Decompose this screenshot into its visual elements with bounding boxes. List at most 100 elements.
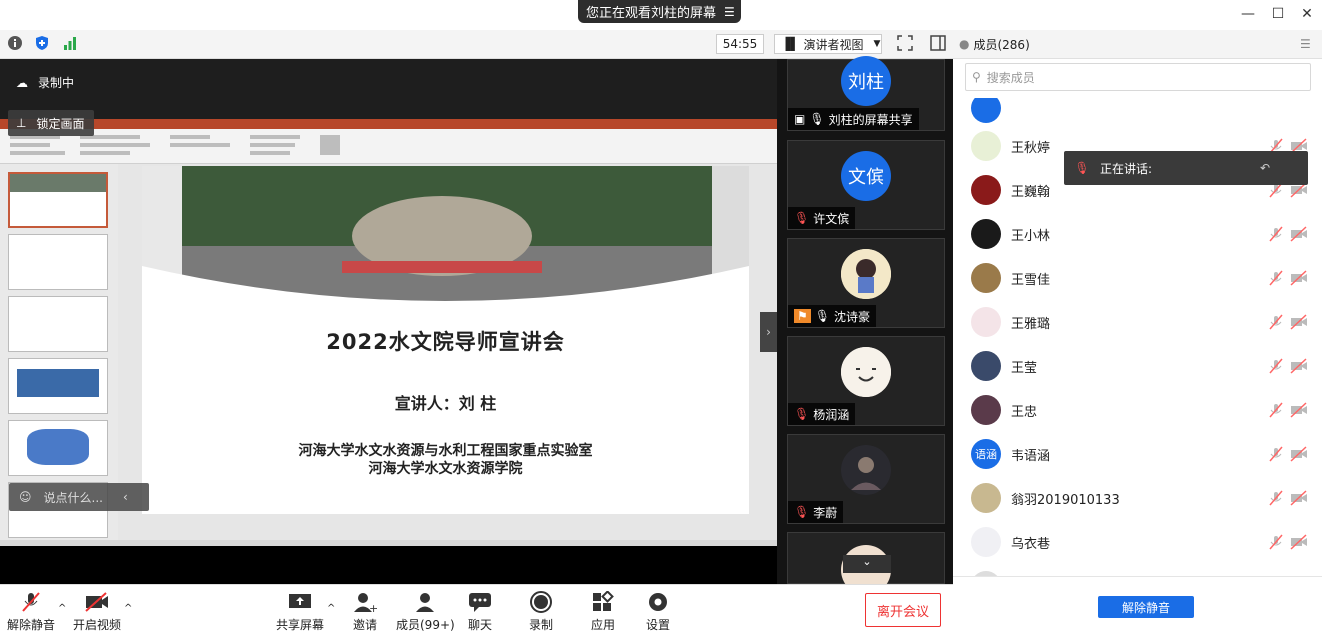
unmute-button[interactable]: 解除静音 [7, 590, 55, 633]
screen-share-banner[interactable]: 您正在观看刘柱的屏幕 ☰ [578, 0, 741, 23]
member-search-input[interactable]: ⚲ 搜索成员 [965, 63, 1311, 91]
side-panel-toggle-icon[interactable] [929, 35, 947, 51]
member-name: 王巍翰 [1011, 184, 1051, 200]
slide-thumbnail[interactable] [8, 420, 108, 476]
mic-muted-icon [18, 590, 44, 614]
video-off-icon[interactable] [1290, 270, 1308, 286]
list-item[interactable]: 乌衣巷 [953, 520, 1322, 564]
security-shield-icon[interactable] [34, 35, 50, 51]
settings-button[interactable]: 设置 [645, 590, 671, 633]
undo-icon[interactable]: ↶ [1260, 161, 1270, 175]
mic-muted-icon: 🎙 [794, 407, 810, 421]
chevron-left-icon[interactable]: ‹ [123, 490, 128, 504]
avatar [971, 219, 1001, 249]
recording-indicator[interactable]: ☁ 录制中 [16, 74, 74, 91]
view-selector[interactable]: ▐▌ 演讲者视图 ▼ [774, 34, 882, 54]
share-screen-icon [287, 590, 313, 614]
mic-muted-icon: 🎙 [794, 211, 810, 225]
minimize-icon[interactable]: — [1240, 6, 1256, 22]
collapse-gallery-button[interactable]: › [760, 312, 777, 352]
video-off-icon[interactable] [1290, 490, 1308, 506]
video-tile[interactable]: 文傧 🎙 许文傧 [787, 140, 945, 230]
participant-name-label: 🎙 许文傧 [788, 207, 856, 229]
chevron-up-icon[interactable]: ^ [58, 603, 66, 614]
participant-name-label: 🎙 杨润涵 [788, 403, 856, 425]
mic-icon: 🎙 [809, 112, 825, 126]
maximize-icon[interactable]: ☐ [1270, 6, 1286, 22]
record-button[interactable]: 录制 [528, 590, 554, 633]
slide-thumbnail[interactable] [8, 296, 108, 352]
list-item[interactable]: 王小林 [953, 212, 1322, 256]
cloud-icon: ☁ [16, 75, 28, 90]
video-tile[interactable]: 🎙 杨润涵 [787, 336, 945, 426]
mic-muted-icon[interactable] [1268, 226, 1284, 242]
video-off-icon[interactable] [1290, 402, 1308, 418]
leave-meeting-button[interactable]: 离开会议 [865, 593, 941, 627]
mic-muted-icon[interactable] [1268, 490, 1284, 506]
chat-quick-input[interactable]: ☺ 说点什么... ‹ [9, 483, 149, 511]
mic-muted-icon[interactable] [1268, 314, 1284, 330]
lock-screen-button[interactable]: ⊥ 锁定画面 [8, 110, 94, 136]
video-off-icon[interactable] [1290, 226, 1308, 242]
members-button[interactable]: 成员(99+) [396, 590, 455, 633]
list-item[interactable]: 语涵 韦语涵 [953, 432, 1322, 476]
close-icon[interactable]: ✕ [1299, 6, 1315, 22]
mic-icon: 🎙 [814, 309, 830, 323]
participant-avatar: 刘柱 [841, 56, 891, 106]
powerpoint-status-bar [0, 540, 777, 546]
fullscreen-icon[interactable] [896, 35, 914, 51]
invite-icon: + [352, 590, 378, 614]
powerpoint-title-bar [0, 119, 777, 129]
slide-thumbnail[interactable] [8, 234, 108, 290]
list-item[interactable]: 王忠 [953, 388, 1322, 432]
video-off-icon[interactable] [1290, 446, 1308, 462]
invite-button[interactable]: + 邀请 [352, 590, 378, 633]
signal-icon[interactable] [62, 35, 78, 51]
members-icon [412, 590, 438, 614]
chat-icon [467, 590, 493, 614]
participant-name-label: ⚑ 🎙 沈诗豪 [788, 305, 877, 327]
chat-button[interactable]: 聊天 [467, 590, 493, 633]
slide-speaker: 宣讲人：刘 柱 [394, 394, 497, 413]
svg-text:+: + [369, 602, 377, 613]
slide-thumbnail[interactable] [8, 358, 108, 414]
video-off-icon[interactable] [1290, 314, 1308, 330]
participant-name-label: 🎙 李蔚 [788, 501, 844, 523]
more-menu-icon[interactable]: ☰ [1300, 37, 1311, 51]
avatar [971, 131, 1001, 161]
mic-muted-icon[interactable] [1268, 446, 1284, 462]
video-tile[interactable]: ⚑ 🎙 沈诗豪 [787, 238, 945, 328]
mic-muted-icon[interactable] [1268, 358, 1284, 374]
recording-label: 录制中 [38, 76, 75, 90]
avatar [971, 263, 1001, 293]
emoji-icon[interactable]: ☺ [19, 490, 32, 504]
search-placeholder: 搜索成员 [986, 70, 1035, 85]
avatar [971, 483, 1001, 513]
mic-muted-icon[interactable] [1268, 402, 1284, 418]
video-tile[interactable]: 刘柱 ▣ 🎙 刘柱的屏幕共享 [787, 56, 945, 131]
info-icon[interactable] [7, 35, 23, 51]
list-item[interactable] [953, 564, 1322, 576]
list-item[interactable]: 王雪佳 [953, 256, 1322, 300]
unmute-all-button[interactable]: 解除静音 [1098, 596, 1194, 618]
member-name: 王莹 [1011, 360, 1038, 376]
chevron-up-icon[interactable]: ^ [327, 603, 335, 614]
share-screen-button[interactable]: 共享屏幕 [276, 590, 324, 633]
video-off-icon[interactable] [1290, 534, 1308, 550]
list-item[interactable]: 翁羽2019010133 [953, 476, 1322, 520]
apps-button[interactable]: 应用 [590, 590, 616, 633]
slide-thumbnail[interactable] [8, 172, 108, 228]
video-tile[interactable]: 🎙 李蔚 [787, 434, 945, 524]
gear-icon [645, 590, 671, 614]
mic-muted-icon: 🎙 [1074, 161, 1090, 175]
list-item[interactable]: 王雅璐 [953, 300, 1322, 344]
chevron-up-icon[interactable]: ^ [124, 603, 132, 614]
scroll-down-icon[interactable]: ⌄ [843, 555, 891, 573]
list-item[interactable]: 王莹 [953, 344, 1322, 388]
video-tile[interactable]: ⌄ [787, 532, 945, 595]
video-off-icon[interactable] [1290, 358, 1308, 374]
start-video-button[interactable]: 开启视频 [73, 590, 121, 633]
mic-muted-icon[interactable] [1268, 270, 1284, 286]
mic-muted-icon[interactable] [1268, 534, 1284, 550]
menu-icon[interactable]: ☰ [724, 5, 735, 19]
